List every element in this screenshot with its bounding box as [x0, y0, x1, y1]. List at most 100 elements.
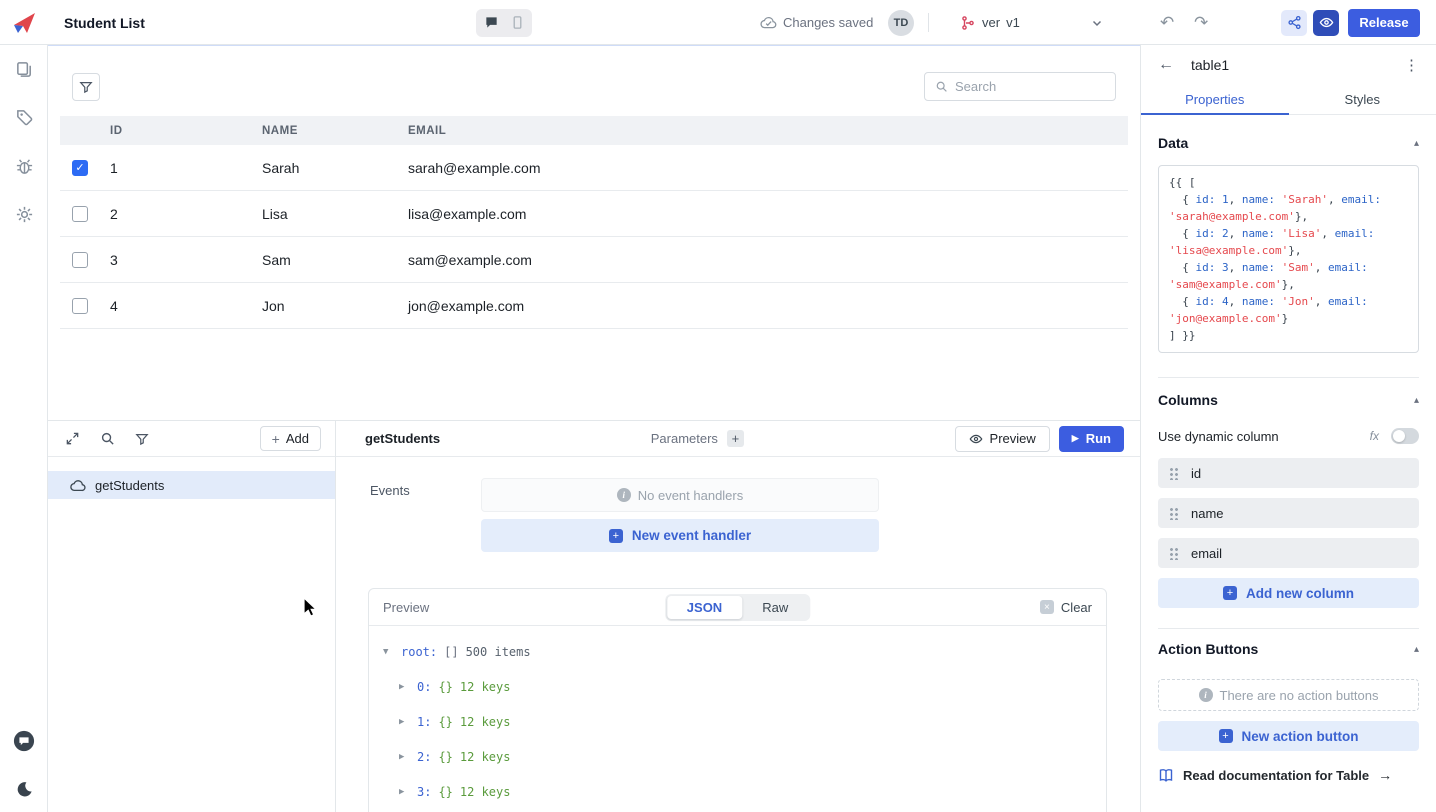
- row-checkbox[interactable]: [72, 252, 88, 268]
- cell-name: Sarah: [252, 160, 398, 176]
- new-event-handler-button[interactable]: + New event handler: [481, 519, 879, 552]
- info-icon: i: [1199, 688, 1213, 702]
- chevron-down-icon[interactable]: [1090, 0, 1104, 45]
- query-item-label: getStudents: [95, 478, 164, 493]
- row-checkbox[interactable]: [72, 298, 88, 314]
- redo-button[interactable]: ↷: [1194, 0, 1208, 45]
- json-key: 3:: [417, 785, 431, 799]
- version-selector[interactable]: ver v1: [960, 0, 1020, 45]
- expand-panel-icon[interactable]: [65, 431, 80, 446]
- table-row[interactable]: ✓ 1Sarahsarah@example.com: [60, 145, 1128, 191]
- tree-collapsed-icon[interactable]: ▶: [399, 717, 410, 727]
- table-header-row: ID NAME EMAIL: [60, 116, 1128, 145]
- cell-id: 4: [100, 298, 252, 314]
- tab-raw[interactable]: Raw: [742, 596, 808, 619]
- collapse-icon[interactable]: ▴: [1414, 395, 1419, 406]
- tag-icon[interactable]: [13, 106, 35, 128]
- header-name[interactable]: NAME: [252, 125, 398, 137]
- property-tabs: Properties Styles: [1141, 85, 1436, 115]
- json-key: 2:: [417, 750, 431, 764]
- add-parameter-button[interactable]: +: [727, 430, 744, 447]
- drag-handle-icon[interactable]: [1169, 467, 1178, 480]
- json-item-row[interactable]: ▶3:{}12 keys: [369, 774, 1106, 809]
- cell-name: Lisa: [252, 206, 398, 222]
- release-button[interactable]: Release: [1348, 9, 1420, 37]
- branch-icon: [960, 15, 976, 31]
- clear-button[interactable]: × Clear: [1040, 600, 1092, 615]
- table-search-input[interactable]: [955, 79, 1105, 94]
- add-new-column-button[interactable]: + Add new column: [1158, 578, 1419, 608]
- cell-id: 2: [100, 206, 252, 222]
- cell-email: sarah@example.com: [398, 160, 1128, 176]
- back-icon[interactable]: ←: [1158, 56, 1174, 74]
- tab-json[interactable]: JSON: [667, 596, 742, 619]
- dynamic-column-toggle[interactable]: [1391, 428, 1419, 444]
- tab-properties[interactable]: Properties: [1141, 85, 1289, 114]
- json-item-row[interactable]: ▶0:{}12 keys: [369, 669, 1106, 704]
- dark-mode-icon[interactable]: [13, 778, 35, 800]
- columns-section-title: Columns: [1158, 392, 1218, 408]
- cell-id: 1: [100, 160, 252, 176]
- json-root-row[interactable]: ▼root:[]500 items: [369, 634, 1106, 669]
- code-line: { id: 3, name: 'Sam', email: 'sam@exampl…: [1169, 259, 1408, 293]
- data-code-editor[interactable]: {{ [ { id: 1, name: 'Sarah', email: 'sar…: [1158, 165, 1419, 353]
- table-filter-button[interactable]: [72, 73, 100, 101]
- column-item[interactable]: name: [1158, 498, 1419, 528]
- gear-icon[interactable]: [13, 203, 35, 225]
- column-item[interactable]: email: [1158, 538, 1419, 568]
- new-action-button[interactable]: + New action button: [1158, 721, 1419, 751]
- cell-email: sam@example.com: [398, 252, 1128, 268]
- preview-button[interactable]: Preview: [955, 426, 1050, 452]
- filter-queries-icon[interactable]: [135, 432, 149, 446]
- chat-help-icon[interactable]: [13, 730, 35, 752]
- app-preview-button[interactable]: [1313, 10, 1339, 36]
- mode-toggle[interactable]: [476, 9, 532, 37]
- tree-collapsed-icon[interactable]: ▶: [399, 787, 410, 797]
- bug-icon[interactable]: [13, 155, 35, 177]
- table-row[interactable]: 3Samsam@example.com: [60, 237, 1128, 283]
- collapse-icon[interactable]: ▴: [1414, 138, 1419, 149]
- tree-expanded-icon[interactable]: ▼: [383, 647, 394, 657]
- json-type: {}: [438, 715, 452, 729]
- table-search[interactable]: [924, 72, 1116, 101]
- drag-handle-icon[interactable]: [1169, 547, 1178, 560]
- kebab-menu-icon[interactable]: ⋮: [1404, 56, 1419, 74]
- column-item[interactable]: id: [1158, 458, 1419, 488]
- data-section-title: Data: [1158, 135, 1188, 151]
- json-item-row[interactable]: ▶2:{}12 keys: [369, 739, 1106, 774]
- documentation-link[interactable]: Read documentation for Table →: [1158, 767, 1419, 783]
- widget-name[interactable]: table1: [1191, 57, 1229, 73]
- collapse-icon[interactable]: ▴: [1414, 644, 1419, 655]
- json-count: 12 keys: [460, 680, 511, 694]
- add-query-button[interactable]: + Add: [260, 426, 321, 451]
- app-logo-icon[interactable]: [10, 0, 38, 45]
- json-key: root:: [401, 645, 437, 659]
- row-checkbox[interactable]: [72, 206, 88, 222]
- query-list-item[interactable]: getStudents: [48, 471, 335, 499]
- book-icon: [1158, 767, 1174, 783]
- run-button[interactable]: ▶ Run: [1059, 426, 1124, 452]
- json-item-row[interactable]: ▶1:{}12 keys: [369, 704, 1106, 739]
- topbar: Student List Changes saved TD ver v1 ↶ ↷…: [0, 0, 1436, 45]
- tab-styles[interactable]: Styles: [1289, 85, 1436, 114]
- pages-icon[interactable]: [13, 58, 35, 80]
- tree-collapsed-icon[interactable]: ▶: [399, 752, 410, 762]
- row-checkbox[interactable]: ✓: [72, 160, 88, 176]
- search-queries-icon[interactable]: [100, 431, 115, 446]
- tree-collapsed-icon[interactable]: ▶: [399, 682, 410, 692]
- checkbox-cell: [60, 252, 100, 268]
- table-row[interactable]: 2Lisalisa@example.com: [60, 191, 1128, 237]
- save-status: Changes saved: [760, 0, 873, 45]
- undo-button[interactable]: ↶: [1160, 0, 1174, 45]
- header-email[interactable]: EMAIL: [398, 125, 1128, 137]
- fx-binding-icon[interactable]: fx: [1370, 429, 1379, 443]
- drag-handle-icon[interactable]: [1169, 507, 1178, 520]
- canvas-mode-icon[interactable]: [506, 12, 528, 34]
- header-id[interactable]: ID: [100, 125, 252, 137]
- avatar[interactable]: TD: [888, 10, 914, 36]
- json-type: {}: [438, 680, 452, 694]
- comment-mode-icon[interactable]: [480, 12, 502, 34]
- share-button[interactable]: [1281, 10, 1307, 36]
- table-widget[interactable]: ID NAME EMAIL ✓ 1Sarahsarah@example.com 2L…: [60, 60, 1128, 329]
- table-row[interactable]: 4Jonjon@example.com: [60, 283, 1128, 329]
